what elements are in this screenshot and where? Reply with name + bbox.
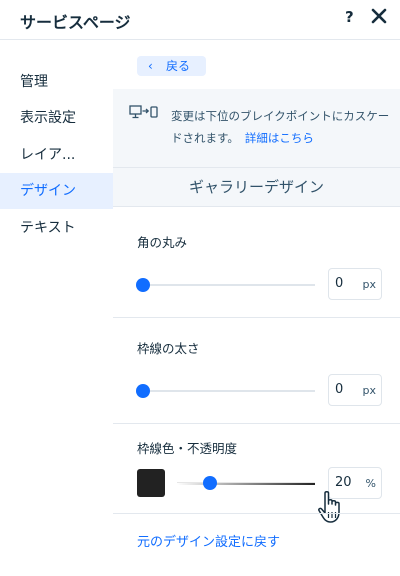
border-opacity-slider-handle[interactable] [203,476,217,490]
divider [113,513,400,514]
corner-radius-slider[interactable] [143,284,315,286]
border-opacity-slider[interactable] [177,482,315,485]
border-opacity-unit: % [365,477,376,490]
sidebar-item-display-settings[interactable]: 表示設定 [0,100,113,136]
border-color-swatch[interactable] [137,469,165,497]
learn-more-link[interactable]: 詳細はこちら [245,131,314,145]
border-width-slider[interactable] [143,390,315,392]
back-button[interactable]: ‹ 戻る [137,56,206,76]
border-width-unit: px [362,384,377,397]
sidebar: 管理 表示設定 レイア... デザイン テキスト [0,41,113,576]
panel-title: サービスページ [20,13,131,32]
border-color-label: 枠線色・不透明度 [137,441,238,456]
corner-radius-label: 角の丸み [137,235,188,250]
design-panel: ‹ 戻る 変更は下位のブレイクポイントにカスケードされます。 詳細はこちら ギャラ… [113,41,400,576]
sidebar-item-design[interactable]: デザイン [0,173,113,209]
devices-icon [129,105,158,119]
corner-radius-field[interactable]: px [328,268,382,300]
chevron-left-icon: ‹ [148,59,153,73]
border-width-input[interactable] [335,382,359,397]
corner-radius-slider-handle[interactable] [136,278,150,292]
notice-text: 変更は下位のブレイクポイントにカスケードされます。 詳細はこちら [171,109,390,145]
divider [113,317,400,318]
divider [113,423,400,424]
section-title: ギャラリーデザイン [113,167,400,207]
hand-cursor-icon [318,491,340,523]
border-width-slider-handle[interactable] [136,384,150,398]
panel-header: サービスページ ? [0,0,400,40]
corner-radius-input[interactable] [335,276,359,291]
sidebar-item-layout[interactable]: レイア... [0,137,113,173]
sidebar-item-manage[interactable]: 管理 [0,64,113,100]
help-button[interactable]: ? [345,8,354,26]
reset-design-link[interactable]: 元のデザイン設定に戻す [137,531,280,550]
sidebar-item-text[interactable]: テキスト [0,210,113,246]
close-icon[interactable] [369,6,389,26]
border-width-field[interactable]: px [328,374,382,406]
border-opacity-input[interactable] [335,475,359,490]
corner-radius-unit: px [362,278,377,291]
border-width-label: 枠線の太さ [137,341,200,356]
